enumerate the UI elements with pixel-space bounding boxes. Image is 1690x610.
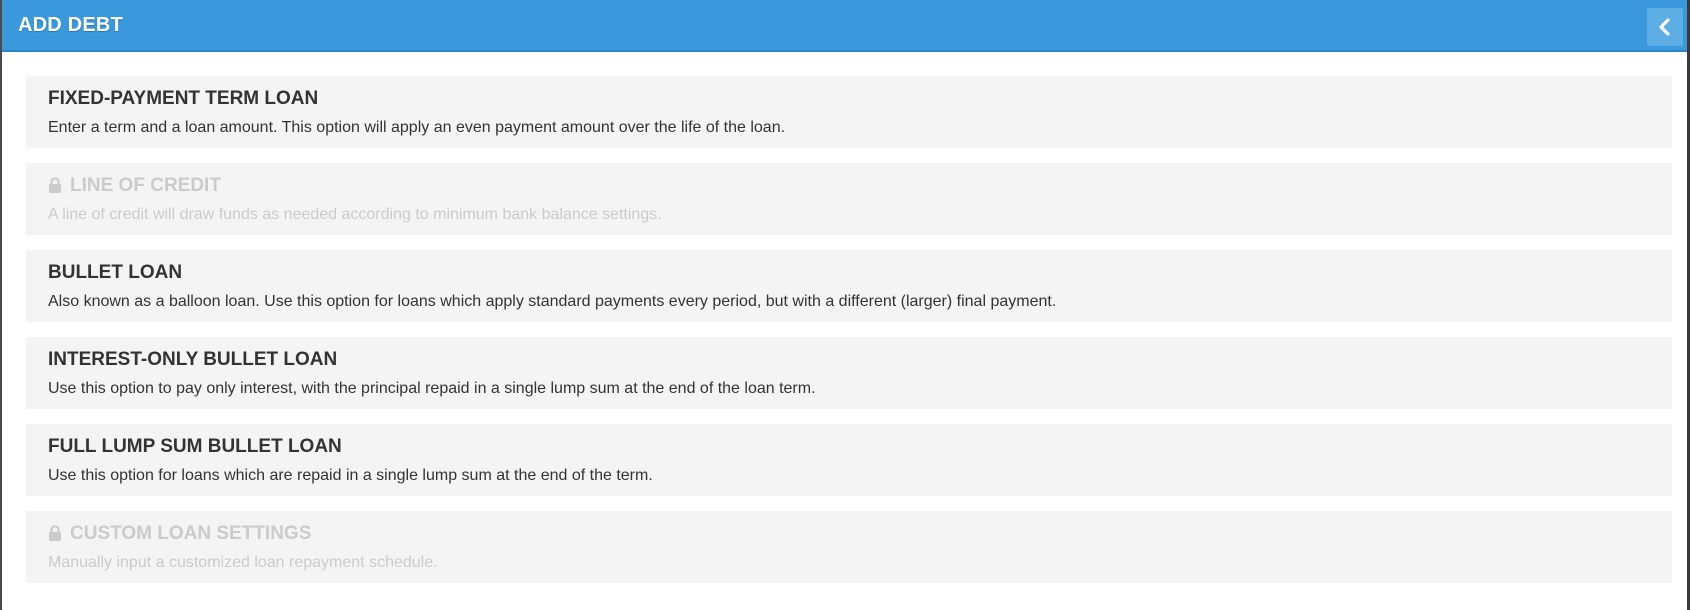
option-description: Also known as a balloon loan. Use this o… (48, 293, 1057, 310)
option-title: FIXED-PAYMENT TERM LOAN (48, 88, 319, 109)
option-description: Enter a term and a loan amount. This opt… (48, 119, 786, 136)
option-bullet-loan[interactable]: BULLET LOAN Also known as a balloon loan… (26, 250, 1672, 322)
option-full-lump-sum-bullet-loan[interactable]: FULL LUMP SUM BULLET LOAN Use this optio… (26, 424, 1672, 496)
panel-header: ADD DEBT (2, 0, 1687, 52)
option-fixed-payment-term-loan[interactable]: FIXED-PAYMENT TERM LOAN Enter a term and… (26, 76, 1672, 148)
panel-title: ADD DEBT (18, 14, 123, 36)
back-button[interactable] (1647, 8, 1683, 46)
option-description: Use this option for loans which are repa… (48, 467, 653, 484)
option-title: FULL LUMP SUM BULLET LOAN (48, 436, 342, 457)
option-line-of-credit: LINE OF CREDIT A line of credit will dra… (26, 163, 1672, 235)
add-debt-panel: ADD DEBT FIXED-PAYMENT TERM LOAN Enter a… (0, 0, 1687, 610)
option-interest-only-bullet-loan[interactable]: INTEREST-ONLY BULLET LOAN Use this optio… (26, 337, 1672, 409)
option-description: Manually input a customized loan repayme… (48, 554, 438, 571)
chevron-left-icon (1659, 18, 1670, 36)
option-title: INTEREST-ONLY BULLET LOAN (48, 349, 338, 370)
option-description: A line of credit will draw funds as need… (48, 206, 662, 223)
option-title: CUSTOM LOAN SETTINGS (48, 521, 1650, 547)
lock-icon (49, 176, 61, 193)
debt-type-list: FIXED-PAYMENT TERM LOAN Enter a term and… (26, 76, 1672, 598)
option-title: BULLET LOAN (48, 262, 183, 283)
option-description: Use this option to pay only interest, wi… (48, 380, 816, 397)
option-custom-loan-settings: CUSTOM LOAN SETTINGS Manually input a cu… (26, 511, 1672, 583)
lock-icon (49, 524, 61, 541)
option-title: LINE OF CREDIT (48, 173, 1650, 199)
